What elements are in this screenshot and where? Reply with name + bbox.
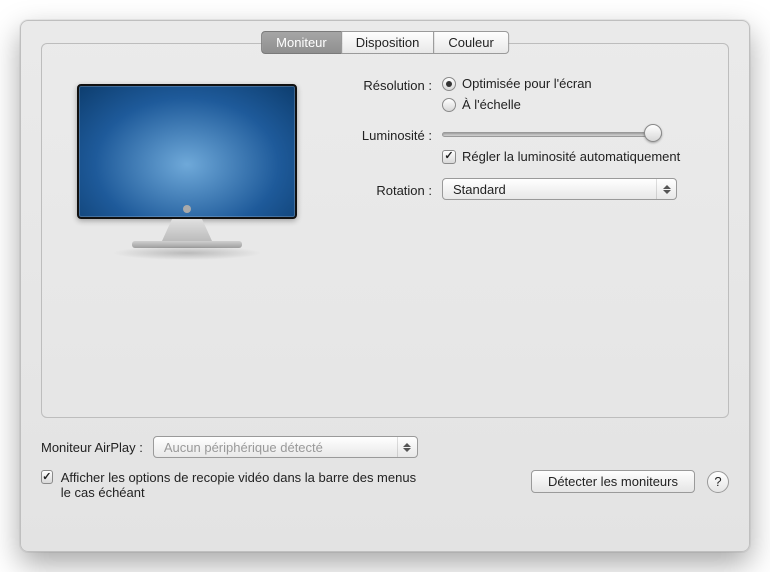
rotation-value: Standard — [453, 182, 506, 197]
resolution-best-option[interactable]: Optimisée pour l'écran — [442, 76, 592, 91]
monitor-panel: Résolution : Optimisée pour l'écran À l'… — [41, 43, 729, 418]
checkbox-checked-icon — [41, 470, 53, 484]
slider-track-icon — [442, 132, 662, 137]
rotation-select[interactable]: Standard — [442, 178, 677, 200]
display-screen-icon — [77, 84, 297, 219]
mirror-menu-checkbox[interactable]: Afficher les options de recopie vidéo da… — [41, 470, 421, 500]
tab-monitor[interactable]: Moniteur — [261, 31, 342, 54]
resolution-row: Résolution : Optimisée pour l'écran À l'… — [337, 76, 708, 112]
brightness-auto-checkbox[interactable]: Régler la luminosité automatiquement — [442, 149, 708, 164]
rotation-row: Rotation : Standard — [337, 178, 708, 200]
radio-unchecked-icon — [442, 98, 456, 112]
airplay-label: Moniteur AirPlay : — [41, 440, 143, 455]
select-arrows-icon — [656, 179, 676, 199]
airplay-row: Moniteur AirPlay : Aucun périphérique dé… — [41, 436, 729, 458]
brightness-slider[interactable] — [442, 126, 662, 142]
resolution-best-label: Optimisée pour l'écran — [462, 76, 592, 91]
footer-right-group: Détecter les moniteurs ? — [531, 470, 729, 493]
footer-row: Afficher les options de recopie vidéo da… — [41, 470, 729, 500]
select-arrows-icon — [397, 437, 417, 457]
display-illustration — [62, 74, 312, 274]
slider-thumb-icon[interactable] — [644, 124, 662, 142]
brightness-auto-label: Régler la luminosité automatiquement — [462, 149, 680, 164]
airplay-select[interactable]: Aucun périphérique détecté — [153, 436, 418, 458]
checkbox-checked-icon — [442, 150, 456, 164]
resolution-label: Résolution : — [337, 76, 432, 93]
display-shadow-icon — [112, 246, 262, 260]
rotation-label: Rotation : — [337, 181, 432, 198]
detect-displays-button[interactable]: Détecter les moniteurs — [531, 470, 695, 493]
displays-preferences-window: Moniteur Disposition Couleur Résolution … — [20, 20, 750, 552]
brightness-label: Luminosité : — [337, 126, 432, 143]
brightness-row: Luminosité : — [337, 126, 708, 143]
radio-checked-icon — [442, 77, 456, 91]
resolution-scaled-label: À l'échelle — [462, 97, 521, 112]
display-stand-icon — [162, 219, 212, 241]
resolution-radio-group: Optimisée pour l'écran À l'échelle — [442, 76, 592, 112]
tab-layout[interactable]: Disposition — [341, 31, 435, 54]
tab-color[interactable]: Couleur — [433, 31, 509, 54]
airplay-value: Aucun périphérique détecté — [164, 440, 323, 455]
resolution-scaled-option[interactable]: À l'échelle — [442, 97, 592, 112]
help-button[interactable]: ? — [707, 471, 729, 493]
settings-column: Résolution : Optimisée pour l'écran À l'… — [337, 74, 708, 274]
mirror-menu-label: Afficher les options de recopie vidéo da… — [61, 470, 421, 500]
tab-bar: Moniteur Disposition Couleur — [261, 31, 509, 54]
